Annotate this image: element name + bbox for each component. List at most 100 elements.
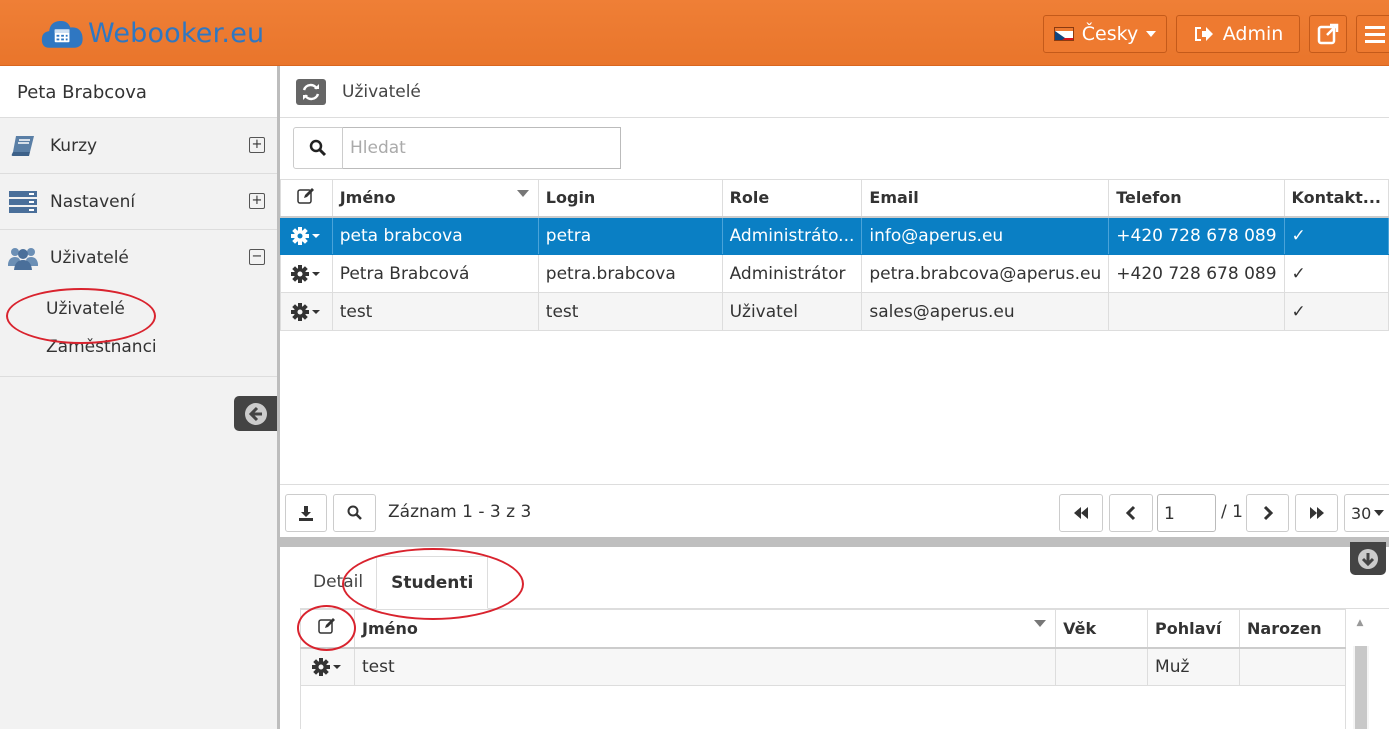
column-header-email[interactable]: Email: [861, 179, 1110, 218]
cell-login: petra.brabcova: [537, 254, 723, 293]
chevron-left-icon: [1125, 505, 1136, 521]
page-title: Uživatelé: [342, 81, 421, 102]
sort-icon: [1034, 620, 1047, 627]
cell-contact: ✓: [1283, 292, 1389, 331]
arrow-down-circle-icon: [1358, 548, 1378, 569]
download-icon: [299, 506, 313, 521]
cell-phone: [1108, 292, 1285, 331]
export-button[interactable]: [285, 494, 327, 532]
sidebar-item-nastaveni[interactable]: Nastavení +: [0, 174, 277, 230]
collapse-sidebar-button[interactable]: [234, 396, 277, 431]
gear-icon: [312, 657, 342, 676]
sort-icon: [516, 190, 529, 197]
sidebar-submenu: Uživatelé Zaměstnanci: [0, 286, 277, 377]
submenu-item-uzivatele[interactable]: Uživatelé: [0, 290, 277, 328]
cell-name: Petra Brabcová: [331, 254, 539, 293]
sidebar-item-uzivatele[interactable]: Uživatelé −: [0, 230, 277, 286]
record-count: Záznam 1 - 3 z 3: [388, 502, 532, 522]
cell-login: test: [537, 292, 723, 331]
row-actions[interactable]: [280, 292, 333, 331]
gear-icon: [291, 264, 321, 283]
logo[interactable]: Webooker.eu: [40, 14, 264, 52]
current-user-name: Peta Brabcova: [0, 66, 277, 118]
page-size-select[interactable]: 30: [1344, 494, 1389, 532]
refresh-icon: [302, 83, 320, 100]
edit-column-header[interactable]: [300, 609, 355, 649]
detail-tabs: Detail Studenti: [300, 556, 489, 609]
sidebar-item-label: Nastavení: [50, 191, 136, 212]
collapse-icon[interactable]: −: [249, 249, 265, 265]
column-header-contact[interactable]: Kontakt...: [1283, 179, 1389, 218]
column-header-phone[interactable]: Telefon: [1108, 179, 1285, 218]
column-header-name[interactable]: Jméno: [331, 179, 539, 218]
hamburger-icon: [1365, 26, 1385, 43]
cell-role: Administráto...: [721, 216, 863, 255]
cell-name: test: [353, 647, 1057, 686]
arrow-left-circle-icon: [244, 402, 267, 425]
caret-down-icon: [1374, 510, 1385, 516]
expand-icon[interactable]: +: [249, 193, 265, 209]
row-actions[interactable]: [300, 647, 355, 686]
open-external-button[interactable]: [1309, 15, 1347, 53]
gear-icon: [291, 302, 321, 321]
server-icon: [8, 189, 38, 215]
students-table: Jméno Věk Pohlaví Narozen test Muž: [300, 609, 1346, 686]
edit-column-header[interactable]: [280, 179, 333, 218]
sign-out-icon: [1194, 27, 1213, 41]
search-icon: [347, 505, 362, 520]
sidebar-item-kurzy[interactable]: Kurzy +: [0, 118, 277, 174]
last-page-button[interactable]: [1295, 494, 1338, 532]
search-button[interactable]: [293, 127, 343, 169]
submenu-item-zamestnanci[interactable]: Zaměstnanci: [0, 328, 277, 366]
scroll-up-icon[interactable]: ▲: [1350, 618, 1370, 638]
users-icon: [8, 245, 38, 271]
row-actions[interactable]: [280, 254, 333, 293]
czech-flag-icon: [1053, 27, 1074, 41]
column-header-login[interactable]: Login: [537, 179, 723, 218]
column-header-role[interactable]: Role: [721, 179, 863, 218]
cell-name: peta brabcova: [331, 216, 539, 255]
cell-phone: +420 728 678 089: [1108, 216, 1285, 255]
table-row[interactable]: Petra Brabcová petra.brabcova Administrá…: [280, 254, 1389, 293]
cell-contact: ✓: [1283, 216, 1389, 255]
advanced-search-button[interactable]: [333, 494, 376, 532]
menu-button[interactable]: [1356, 15, 1389, 53]
next-page-button[interactable]: [1246, 494, 1289, 532]
page-input[interactable]: 1: [1157, 494, 1216, 532]
prev-page-button[interactable]: [1109, 494, 1153, 532]
search-input[interactable]: [343, 127, 621, 169]
sidebar-item-label: Kurzy: [50, 135, 98, 156]
caret-down-icon: [1146, 31, 1157, 37]
expand-icon[interactable]: +: [249, 137, 265, 153]
search-icon: [309, 139, 327, 157]
tab-detail[interactable]: Detail: [300, 556, 376, 609]
scrollbar[interactable]: [1353, 646, 1369, 729]
row-actions[interactable]: [280, 216, 333, 255]
column-header-born[interactable]: Narozen: [1239, 609, 1346, 649]
cell-role: Administrátor: [721, 254, 863, 293]
panel-splitter[interactable]: [280, 537, 1389, 547]
cell-email: info@aperus.eu: [861, 216, 1110, 255]
collapse-detail-button[interactable]: [1350, 542, 1386, 575]
scrollbar-thumb[interactable]: [1355, 646, 1367, 729]
column-header-name[interactable]: Jméno: [353, 609, 1057, 649]
column-label: Jméno: [339, 188, 396, 208]
cell-phone: +420 728 678 089: [1108, 254, 1285, 293]
cell-name: test: [331, 292, 539, 331]
admin-button[interactable]: Admin: [1176, 15, 1300, 53]
table-row[interactable]: test test Uživatel sales@aperus.eu ✓: [280, 292, 1389, 331]
cell-email: petra.brabcova@aperus.eu: [861, 254, 1110, 293]
table-header: Jméno Věk Pohlaví Narozen: [300, 609, 1346, 649]
language-label: Česky: [1081, 23, 1139, 45]
table-row[interactable]: peta brabcova petra Administráto... info…: [280, 216, 1389, 255]
refresh-button[interactable]: [296, 78, 326, 105]
main-panel: Uživatelé Jméno Login: [280, 66, 1389, 729]
column-header-gender[interactable]: Pohlaví: [1147, 609, 1241, 649]
tab-studenti[interactable]: Studenti: [376, 556, 489, 609]
cell-contact: ✓: [1283, 254, 1389, 293]
first-page-button[interactable]: [1059, 494, 1103, 532]
column-header-age[interactable]: Věk: [1055, 609, 1149, 649]
table-row[interactable]: test Muž: [300, 647, 1346, 686]
book-icon: [8, 133, 38, 159]
language-dropdown[interactable]: Česky: [1043, 15, 1167, 53]
